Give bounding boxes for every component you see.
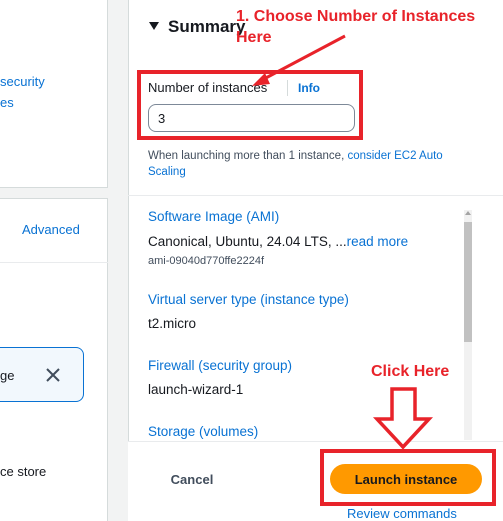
scroll-up-arrow-icon[interactable] bbox=[465, 211, 471, 215]
security-group-link[interactable]: Firewall (security group) bbox=[148, 358, 292, 373]
software-image-value: Canonical, Ubuntu, 24.04 LTS, ...read mo… bbox=[148, 234, 408, 249]
scrollbar-thumb[interactable] bbox=[464, 222, 472, 342]
security-link-fragment[interactable]: security bbox=[0, 74, 45, 90]
security-group-value: launch-wizard-1 bbox=[148, 382, 244, 397]
annotation-box-launch bbox=[320, 449, 496, 506]
instance-type-link[interactable]: Virtual server type (instance type) bbox=[148, 292, 349, 307]
auto-scaling-hint: When launching more than 1 instance, con… bbox=[148, 148, 478, 180]
collapse-caret-icon[interactable] bbox=[149, 22, 159, 30]
divider bbox=[0, 262, 108, 263]
review-commands-link[interactable]: Review commands bbox=[347, 506, 457, 521]
link-fragment[interactable]: es bbox=[0, 95, 14, 111]
software-image-link[interactable]: Software Image (AMI) bbox=[148, 209, 279, 224]
token-label: ge bbox=[0, 368, 15, 383]
cancel-button[interactable]: Cancel bbox=[160, 468, 224, 490]
ami-name: Canonical, Ubuntu, 24.04 LTS, ... bbox=[148, 234, 347, 249]
read-more-link[interactable]: read more bbox=[347, 234, 409, 249]
screen: security es Advanced ge ce store Summary… bbox=[0, 0, 503, 521]
advanced-link[interactable]: Advanced bbox=[22, 222, 80, 238]
annotation-box-instances bbox=[137, 70, 363, 140]
annotation-click-here: Click Here bbox=[371, 363, 450, 380]
summary-title[interactable]: Summary bbox=[168, 17, 245, 37]
section-divider bbox=[128, 195, 503, 196]
ami-id: ami-09040d770ffe2224f bbox=[148, 255, 265, 267]
instance-store-text: ce store bbox=[0, 464, 47, 479]
left-card-network bbox=[0, 0, 108, 188]
close-icon[interactable] bbox=[44, 366, 62, 384]
annotation-step1-line2: Here bbox=[236, 29, 272, 46]
instance-type-value: t2.micro bbox=[148, 316, 197, 331]
annotation-step1-line1: 1. Choose Number of Instances bbox=[236, 8, 476, 25]
hint-text: When launching more than 1 instance, bbox=[148, 150, 348, 162]
storage-link[interactable]: Storage (volumes) bbox=[148, 424, 258, 439]
